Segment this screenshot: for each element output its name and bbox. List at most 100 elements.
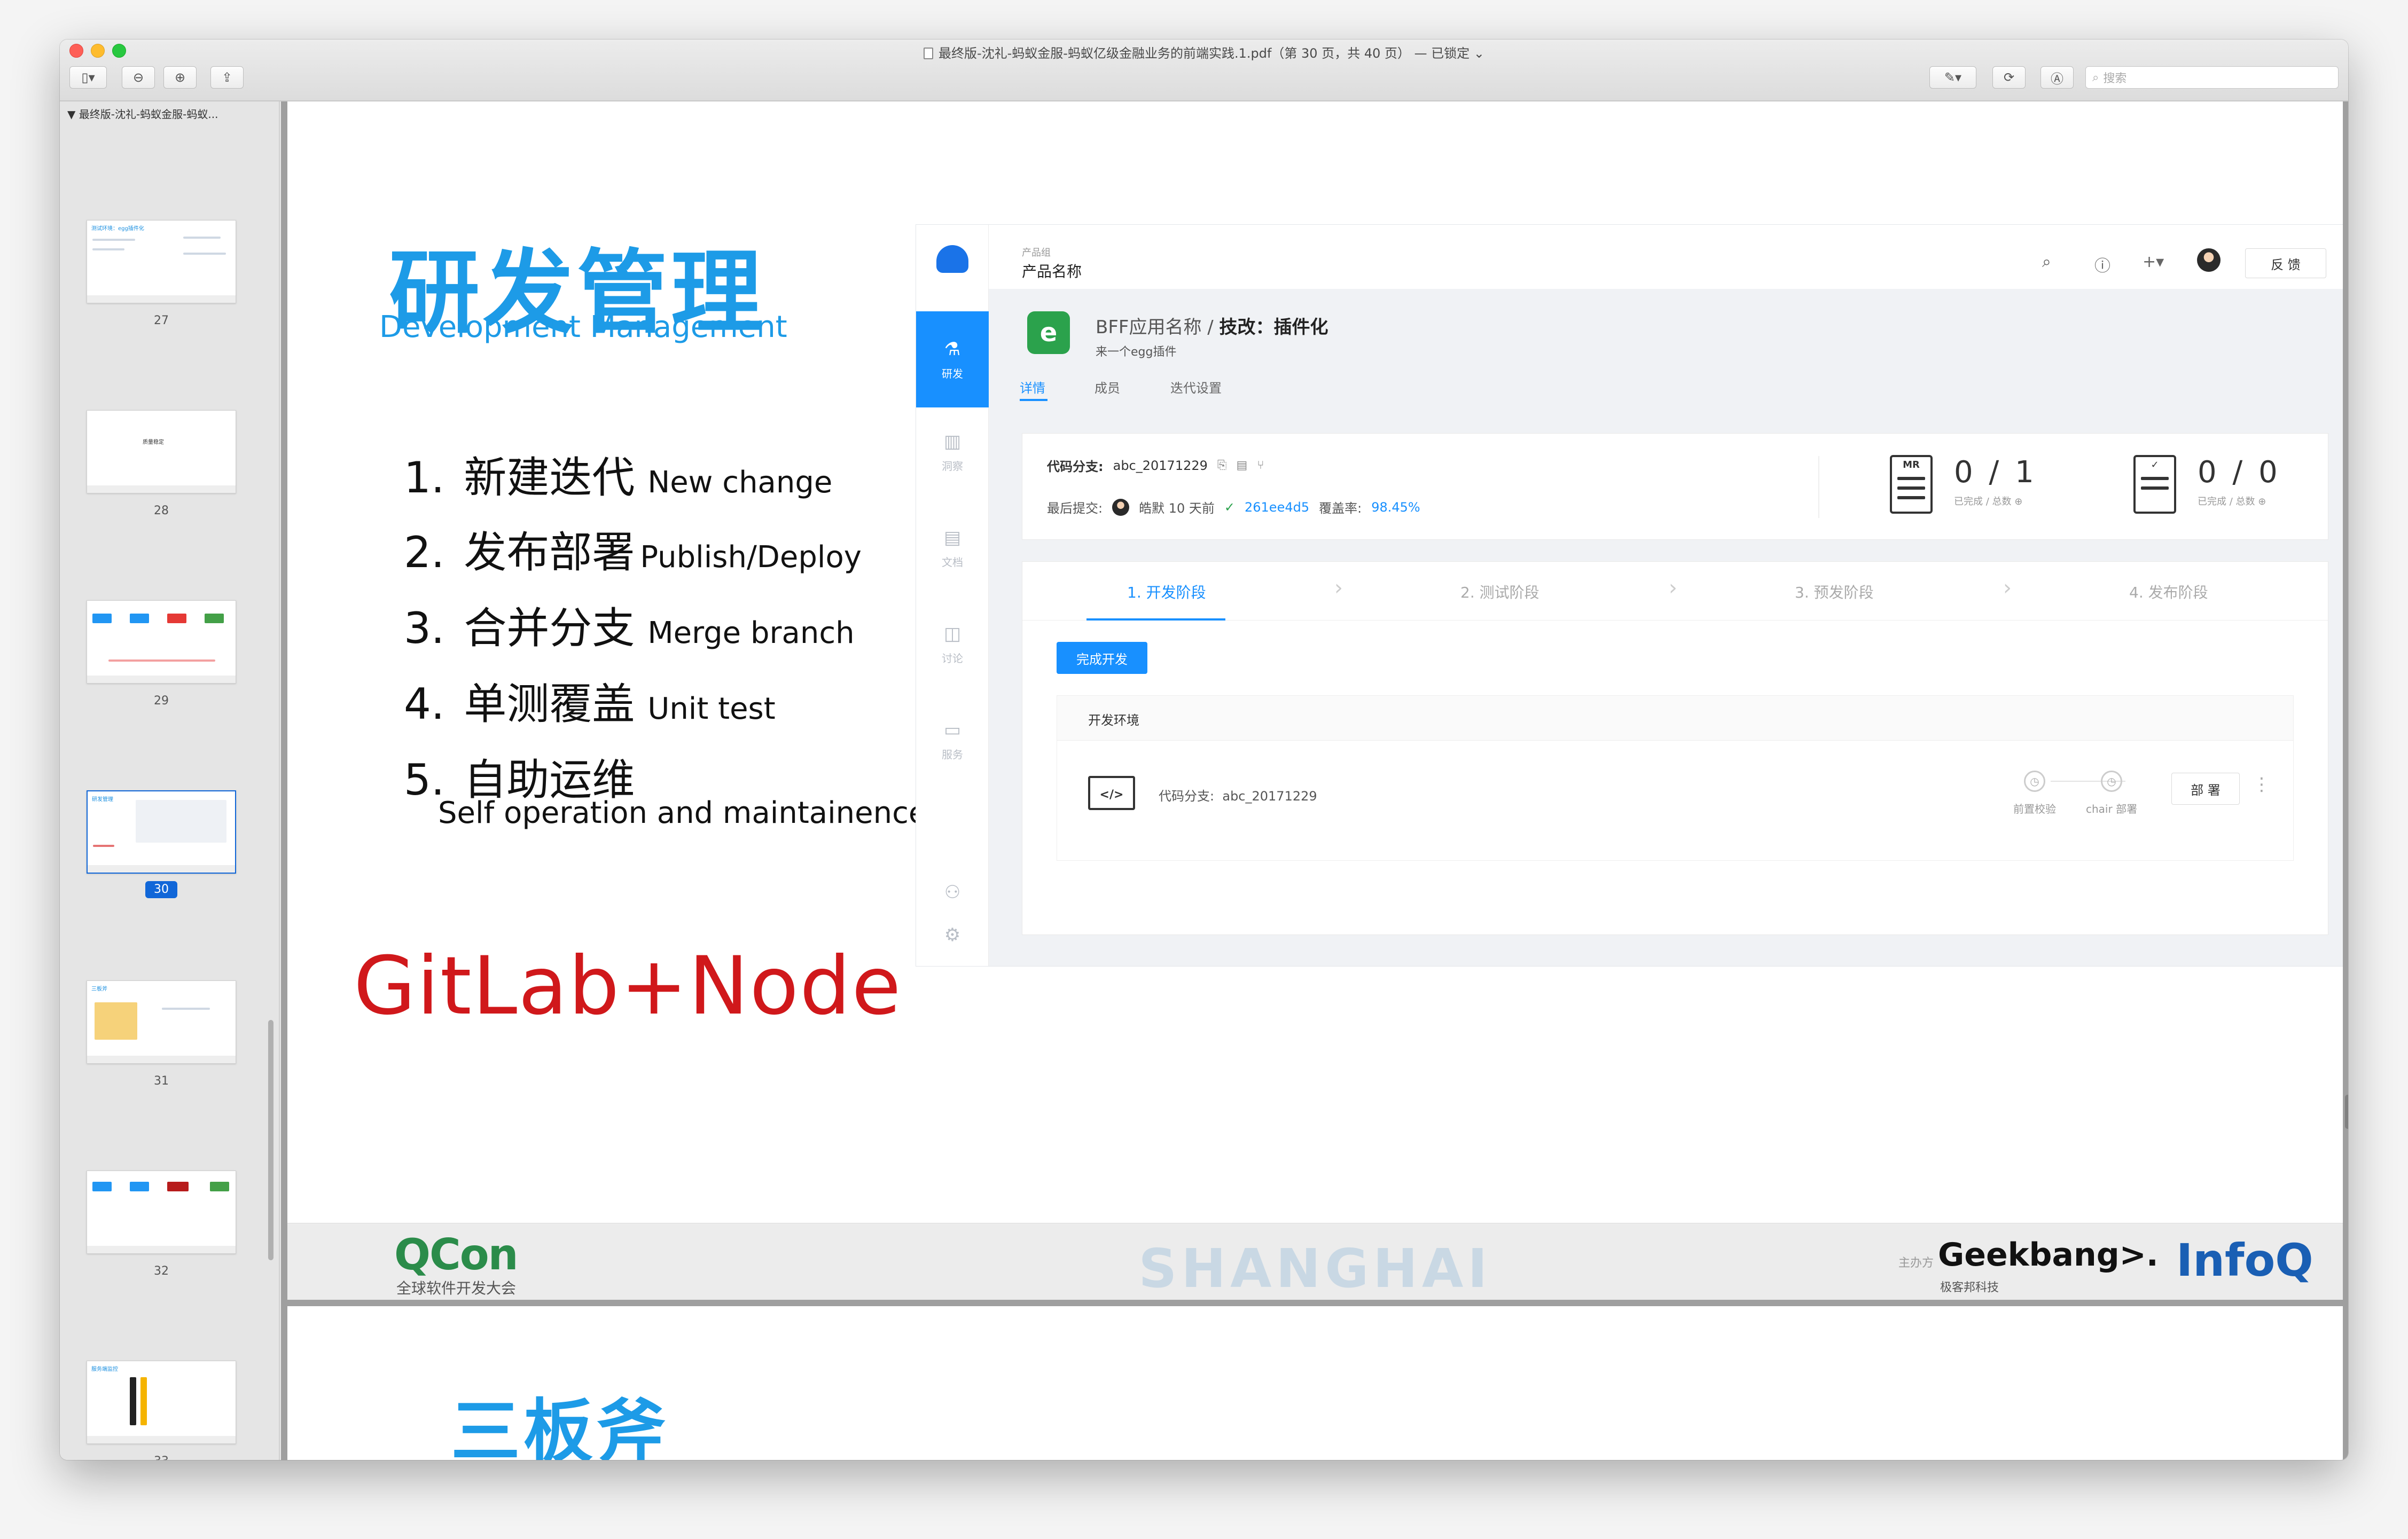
annotate-icon: Ⓐ — [2051, 71, 2063, 87]
add-menu-icon[interactable]: +▾ — [2143, 253, 2164, 271]
check-icon: ✓ — [1224, 499, 1235, 515]
list-item-number: 3. — [404, 603, 445, 653]
thumbnail-page-29[interactable] — [87, 600, 236, 684]
thumbnail-page-32[interactable] — [87, 1171, 236, 1254]
thumbnail-footer — [87, 676, 236, 683]
markup-button[interactable]: ✎▾ — [1929, 66, 1976, 89]
code-window-icon: </> — [1088, 776, 1135, 810]
box-icon: ▭ — [943, 719, 961, 741]
nav-item-label: 服务 — [942, 748, 963, 761]
infoq-logo: InfoQ — [2176, 1234, 2313, 1286]
share-button[interactable]: ⇪ — [210, 66, 244, 89]
nav-item-discuss[interactable]: ◫ 讨论 — [916, 604, 989, 684]
help-icon[interactable]: ⓘ — [2094, 253, 2110, 276]
list-item: 4. 单测覆盖 Unit test — [404, 670, 776, 732]
info-divider — [1818, 456, 1819, 518]
nav-item-label: 研发 — [942, 367, 963, 380]
thumbnail-block — [130, 614, 149, 623]
nav-item-docs[interactable]: ▤ 文档 — [916, 508, 989, 588]
thumbnail-block — [95, 1002, 137, 1040]
zoom-in-icon: ⊕ — [174, 70, 186, 85]
nav-item-label: 文档 — [942, 555, 963, 569]
apps-grid-button[interactable]: ⚇ — [916, 876, 989, 908]
dev-environment-card: 开发环境 </> 代码分支: abc_20171229 ◷ 前置校验 ◷ cha… — [1057, 695, 2294, 861]
window-title-text: 最终版-沈礼-蚂蚁金服-蚂蚁亿级金融业务的前端实践.1.pdf（第 30 页，共… — [938, 46, 1484, 61]
project-header: e BFF应用名称 / 技改：插件化 来一个egg插件 详情 成员 迭代设置 — [989, 289, 2343, 412]
commit-hash[interactable]: 261ee4d5 — [1245, 500, 1309, 515]
zoom-out-button[interactable]: ⊖ — [122, 66, 155, 89]
thumbnail-page-33[interactable]: 服务端监控 — [87, 1361, 236, 1444]
nav-item-dev[interactable]: ⚗ 研发 — [916, 311, 989, 407]
mr-icon: MR — [1890, 455, 1933, 514]
thumbnail-block — [210, 1182, 229, 1191]
share-icon: ⇪ — [221, 70, 233, 85]
merge-icon[interactable]: ⑂ — [1257, 459, 1264, 472]
slide-tagline: GitLab+Node — [354, 940, 902, 1033]
list-item-en: New change — [647, 465, 833, 500]
page-number-31: 31 — [154, 1074, 169, 1088]
nav-item-label: 洞察 — [942, 459, 963, 473]
tab-members[interactable]: 成员 — [1094, 378, 1120, 396]
flask-icon: ⚗ — [944, 338, 961, 360]
stage-steps: 1. 开发阶段 › 2. 测试阶段 › 3. 预发阶段 › 4. 发布阶段 — [1022, 562, 2328, 621]
sidebar-toggle-button[interactable]: ▯▾ — [69, 66, 107, 89]
annotate-button[interactable]: Ⓐ — [2040, 66, 2074, 89]
nav-item-insight[interactable]: ▥ 洞察 — [916, 412, 989, 492]
zoom-in-button[interactable]: ⊕ — [163, 66, 197, 89]
active-tab-indicator — [1020, 399, 1047, 401]
user-avatar[interactable] — [2197, 248, 2221, 272]
list-item-number: 2. — [404, 528, 445, 577]
sidebar-scrollbar[interactable] — [268, 1020, 273, 1260]
chat-icon: ◫ — [943, 623, 961, 645]
list-item-en: Unit test — [647, 692, 776, 726]
document-icon: ▤ — [943, 527, 961, 548]
clipboard-icon[interactable]: ▤ — [1237, 459, 1248, 472]
page-number-28: 28 — [154, 504, 169, 517]
clock-icon: ◷ — [2024, 771, 2045, 792]
slide-subtitle: Development Management — [379, 310, 787, 344]
pen-icon: ✎▾ — [1944, 70, 1962, 85]
app-name[interactable]: BFF应用名称 — [1096, 317, 1201, 338]
document-scrollbar[interactable] — [2345, 1095, 2348, 1129]
sidebar-document-title[interactable]: ▼ 最终版-沈礼-蚂蚁金服-蚂蚁... — [60, 101, 279, 123]
thumbnail-page-30[interactable]: 研发管理 — [87, 790, 236, 874]
list-item-en: Merge branch — [647, 616, 855, 650]
complete-dev-button[interactable]: 完成开发 — [1057, 642, 1147, 674]
geekbang-logo: Geekbang>. — [1938, 1236, 2159, 1274]
deploy-button[interactable]: 部 署 — [2171, 773, 2240, 805]
settings-button[interactable]: ⚙ — [916, 919, 989, 951]
product-name[interactable]: 产品名称 — [1022, 260, 1082, 281]
thumbnail-page-28[interactable]: 质量稳定 — [87, 410, 236, 493]
step-label: chair 部署 — [2086, 803, 2138, 815]
copy-icon[interactable]: ⎘ — [1217, 459, 1227, 472]
thumbnail-line — [93, 845, 114, 847]
more-options-icon[interactable]: ⋮ — [2253, 774, 2271, 795]
tab-details[interactable]: 详情 — [1020, 378, 1045, 396]
thumbnail-block — [136, 800, 226, 843]
apps-icon: ⚇ — [944, 882, 961, 903]
thumbnail-page-31[interactable]: 三板斧 — [87, 980, 236, 1064]
nav-item-service[interactable]: ▭ 服务 — [916, 700, 989, 780]
feedback-button[interactable]: 反 馈 — [2245, 248, 2326, 278]
commit-row: 最后提交: 皓默 10 天前 ✓ 261ee4d5 覆盖率: 98.45% — [1047, 498, 1420, 516]
slide-footer: QCon 全球软件开发大会 SHANGHAI 主办方 Geekbang>. 极客… — [287, 1223, 2343, 1300]
next-slide-title: 三板斧 — [451, 1391, 669, 1460]
env-branch-value: abc_20171229 — [1222, 789, 1317, 804]
thumbnail-footer — [87, 485, 236, 493]
env-title: 开发环境 — [1057, 696, 2293, 741]
coverage-label: 覆盖率: — [1319, 501, 1362, 516]
stage-release[interactable]: 4. 发布阶段 — [2129, 581, 2208, 602]
search-field[interactable]: ⌕ 搜索 — [2085, 66, 2339, 89]
thumbnail-title: 服务端监控 — [91, 1367, 118, 1372]
thumbnail-page-27[interactable]: 测试环境：egg插件化 — [87, 220, 236, 303]
search-icon[interactable]: ⌕ — [2042, 253, 2051, 271]
thumbnail-line — [183, 253, 226, 255]
stage-test[interactable]: 2. 测试阶段 — [1460, 581, 1539, 602]
rotate-button[interactable]: ⟳ — [1992, 66, 2026, 89]
tab-iteration-settings[interactable]: 迭代设置 — [1170, 378, 1222, 396]
nav-item-label: 讨论 — [942, 651, 963, 665]
stage-pre[interactable]: 3. 预发阶段 — [1795, 581, 1874, 602]
list-item-cn: 单测覆盖 — [464, 679, 635, 729]
stage-dev[interactable]: 1. 开发阶段 — [1127, 581, 1206, 602]
thumbnail-line — [92, 248, 124, 250]
